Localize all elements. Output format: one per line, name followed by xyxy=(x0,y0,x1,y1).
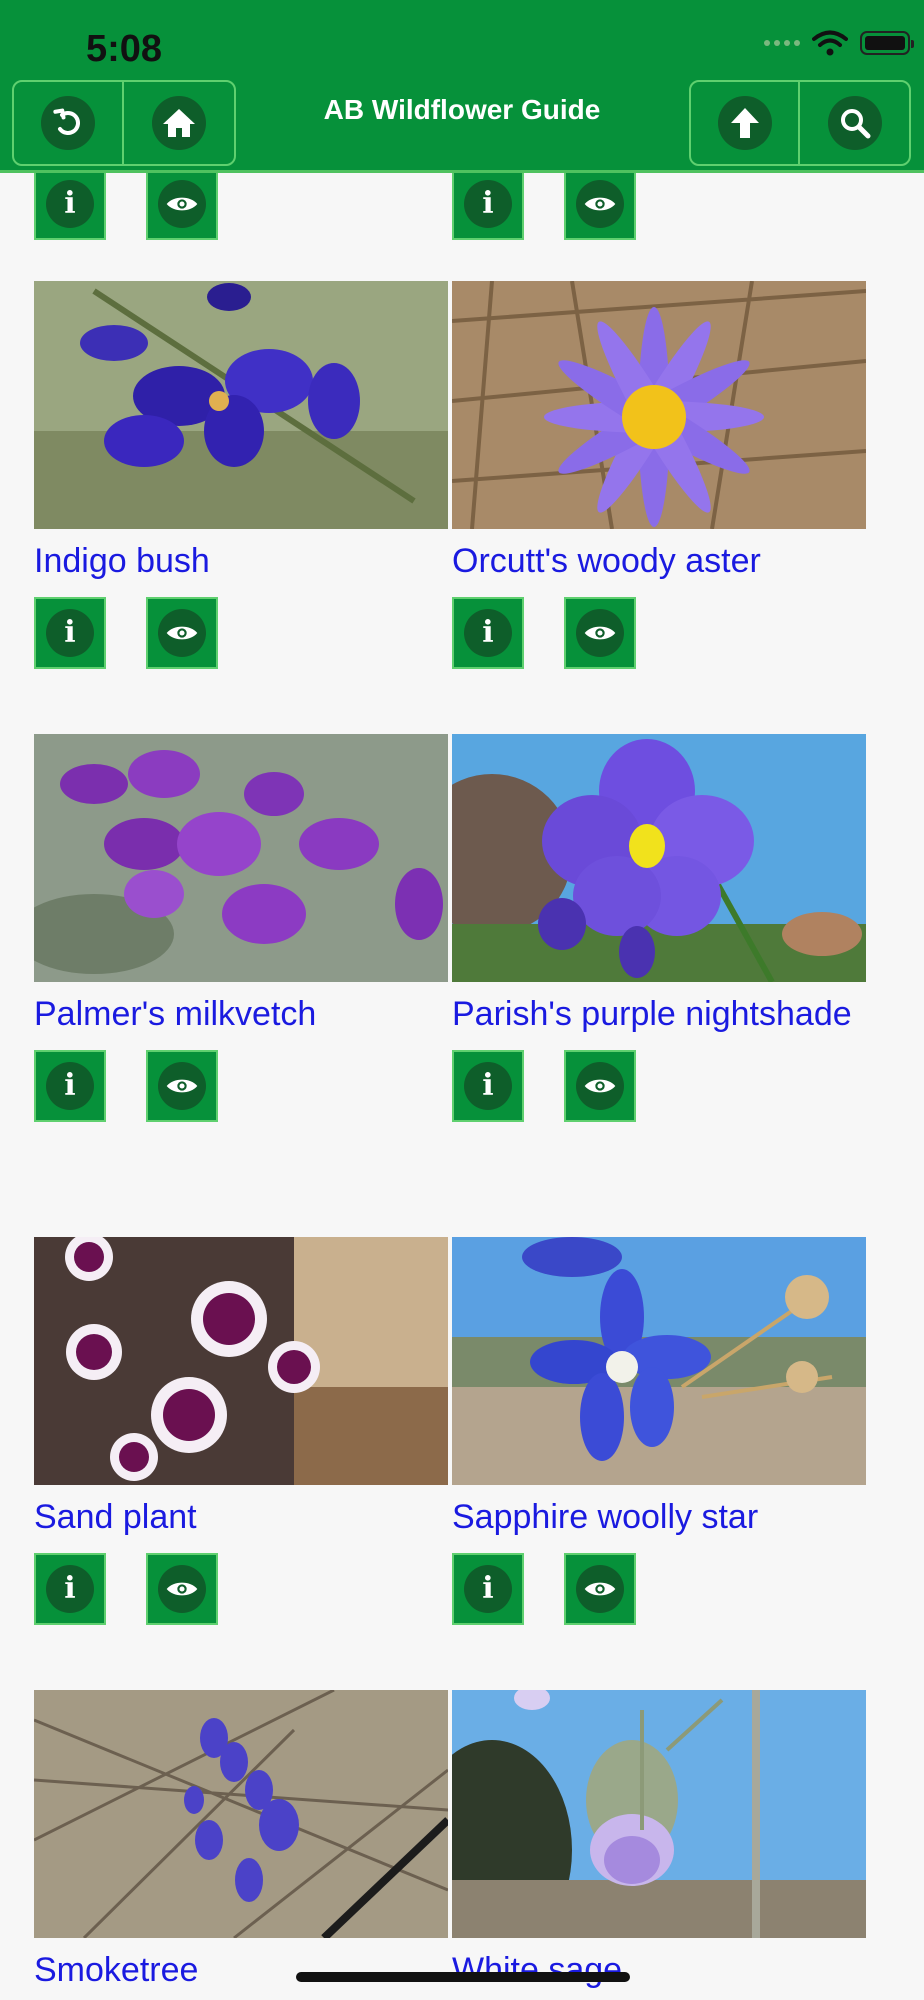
info-icon: i xyxy=(46,1565,94,1613)
left-button-group xyxy=(12,80,236,166)
info-icon: i xyxy=(464,1565,512,1613)
flower-card[interactable]: Smoketree xyxy=(34,1690,448,1994)
view-button[interactable] xyxy=(146,168,218,240)
view-button[interactable] xyxy=(564,1553,636,1625)
flower-photo[interactable] xyxy=(452,1690,866,1938)
info-icon: i xyxy=(464,1062,512,1110)
card-actions: i xyxy=(34,597,448,669)
flower-photo[interactable] xyxy=(452,734,866,982)
flower-card-partial-left: i xyxy=(34,168,448,240)
eye-icon xyxy=(576,609,624,657)
flower-name-link[interactable]: Palmer's milkvetch xyxy=(34,990,448,1038)
flower-card-partial-right: i xyxy=(452,168,866,240)
eye-icon xyxy=(158,609,206,657)
right-button-group xyxy=(689,80,911,166)
search-button[interactable] xyxy=(800,82,909,164)
card-actions: i xyxy=(452,168,866,240)
wifi-icon xyxy=(812,30,848,56)
up-arrow-icon xyxy=(717,96,772,150)
card-actions: i xyxy=(452,1553,866,1625)
flower-photo[interactable] xyxy=(34,734,448,982)
info-button[interactable]: i xyxy=(452,168,524,240)
flower-name-link[interactable]: Parish's purple nightshade xyxy=(452,990,866,1038)
card-actions: i xyxy=(452,1050,866,1122)
info-icon: i xyxy=(46,1062,94,1110)
info-icon: i xyxy=(46,180,94,228)
info-button[interactable]: i xyxy=(34,168,106,240)
flower-photo[interactable] xyxy=(452,1237,866,1485)
flower-card[interactable]: White sage xyxy=(452,1690,866,1994)
status-time: 5:08 xyxy=(86,28,163,70)
flower-grid: i i Indigo bush i Orcutt's woody aster i… xyxy=(0,0,924,2000)
eye-icon xyxy=(158,180,206,228)
eye-icon xyxy=(576,1565,624,1613)
home-indicator[interactable] xyxy=(296,1972,630,1982)
info-icon: i xyxy=(464,180,512,228)
view-button[interactable] xyxy=(146,1050,218,1122)
back-icon xyxy=(41,96,95,150)
info-icon: i xyxy=(46,609,94,657)
card-actions: i xyxy=(34,1050,448,1122)
home-button[interactable] xyxy=(124,82,234,164)
flower-photo[interactable] xyxy=(34,1690,448,1938)
scroll-top-button[interactable] xyxy=(691,82,800,164)
flower-card[interactable]: Palmer's milkvetch i xyxy=(34,734,448,1122)
flower-name-link[interactable]: Sapphire woolly star xyxy=(452,1493,866,1541)
flower-name-link[interactable]: White sage xyxy=(452,1946,866,1994)
info-button[interactable]: i xyxy=(452,597,524,669)
view-button[interactable] xyxy=(564,597,636,669)
eye-icon xyxy=(576,180,624,228)
flower-photo[interactable] xyxy=(34,281,448,529)
flower-name-link[interactable]: Orcutt's woody aster xyxy=(452,537,866,585)
flower-name-link[interactable]: Indigo bush xyxy=(34,537,448,585)
nav-bar: 5:08 AB Wildflower Guide xyxy=(0,0,924,173)
card-actions: i xyxy=(34,1553,448,1625)
eye-icon xyxy=(576,1062,624,1110)
info-icon: i xyxy=(464,609,512,657)
flower-photo[interactable] xyxy=(34,1237,448,1485)
battery-icon xyxy=(860,31,914,55)
info-button[interactable]: i xyxy=(34,1553,106,1625)
card-actions: i xyxy=(452,597,866,669)
view-button[interactable] xyxy=(564,168,636,240)
info-button[interactable]: i xyxy=(452,1050,524,1122)
flower-name-link[interactable]: Sand plant xyxy=(34,1493,448,1541)
flower-photo[interactable] xyxy=(452,281,866,529)
view-button[interactable] xyxy=(146,1553,218,1625)
info-button[interactable]: i xyxy=(34,1050,106,1122)
eye-icon xyxy=(158,1565,206,1613)
back-button[interactable] xyxy=(14,82,124,164)
view-button[interactable] xyxy=(146,597,218,669)
status-icons xyxy=(764,30,914,56)
app-title: AB Wildflower Guide xyxy=(323,94,601,125)
eye-icon xyxy=(158,1062,206,1110)
flower-card[interactable]: Sand plant i xyxy=(34,1237,448,1625)
info-button[interactable]: i xyxy=(34,597,106,669)
card-actions: i xyxy=(34,168,448,240)
flower-name-link[interactable]: Smoketree xyxy=(34,1946,448,1994)
flower-card[interactable]: Parish's purple nightshade i xyxy=(452,734,866,1122)
flower-card[interactable]: Indigo bush i xyxy=(34,281,448,669)
home-icon xyxy=(152,96,206,150)
flower-card[interactable]: Sapphire woolly star i xyxy=(452,1237,866,1625)
info-button[interactable]: i xyxy=(452,1553,524,1625)
view-button[interactable] xyxy=(564,1050,636,1122)
flower-card[interactable]: Orcutt's woody aster i xyxy=(452,281,866,669)
search-icon xyxy=(827,96,882,150)
cellular-signal-icon xyxy=(764,40,800,46)
